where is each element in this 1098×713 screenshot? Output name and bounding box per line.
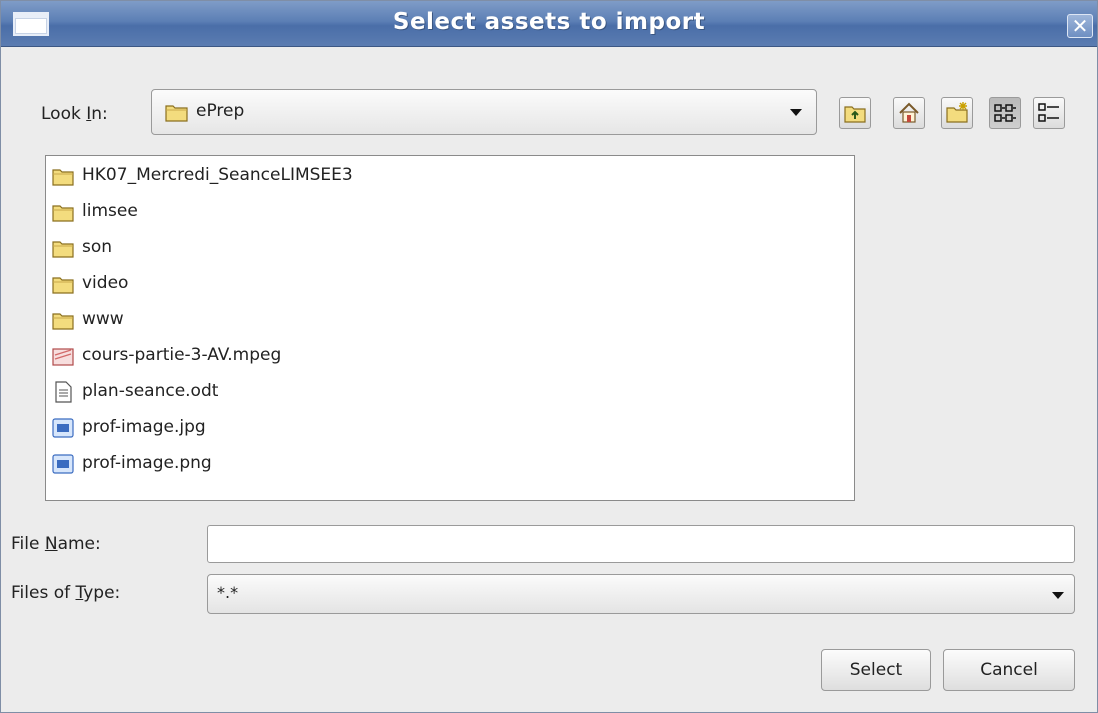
list-item-label: prof-image.png <box>82 453 212 473</box>
chevron-down-icon <box>790 109 802 116</box>
folder-icon <box>52 205 74 222</box>
list-item-label: www <box>82 309 124 329</box>
details-view-icon <box>1038 103 1059 122</box>
new-folder-button[interactable] <box>941 97 973 129</box>
new-folder-icon <box>946 102 968 123</box>
list-item-label: cours-partie-3-AV.mpeg <box>82 345 282 365</box>
chevron-down-icon <box>1052 592 1064 599</box>
file-type-label: Files of Type: <box>11 583 120 603</box>
folder-icon <box>52 313 74 330</box>
file-type-label-suffix: ype: <box>83 583 121 603</box>
file-type-label-prefix: Files of <box>11 583 76 603</box>
look-in-label: Look In: <box>41 104 108 124</box>
folder-icon <box>52 277 74 294</box>
file-dialog-window: Select assets to import ✕ Look In: ePrep <box>0 0 1098 713</box>
list-view-button[interactable] <box>989 97 1021 129</box>
folder-icon <box>52 241 74 258</box>
folder-icon <box>165 105 188 122</box>
home-button[interactable] <box>893 97 925 129</box>
file-name-label-mnemonic: N <box>44 534 58 554</box>
list-item-label: plan-seance.odt <box>82 381 219 401</box>
video-file-icon <box>52 348 74 366</box>
home-icon <box>899 102 919 123</box>
file-name-label: File Name: <box>11 534 101 554</box>
file-name-field[interactable] <box>207 525 1075 563</box>
close-button[interactable]: ✕ <box>1067 14 1093 38</box>
look-in-label-prefix: Look <box>41 104 87 124</box>
folder-icon <box>52 169 74 186</box>
image-file-icon <box>52 454 74 474</box>
look-in-value: ePrep <box>196 101 245 121</box>
list-item-label: limsee <box>82 201 138 221</box>
list-item-label: video <box>82 273 129 293</box>
image-file-icon <box>52 418 74 438</box>
file-type-value: *.* <box>217 583 239 602</box>
list-view-icon <box>994 104 1016 122</box>
details-view-button[interactable] <box>1033 97 1065 129</box>
file-name-label-suffix: ame: <box>57 534 101 554</box>
file-name-label-prefix: File <box>11 534 45 554</box>
cancel-button[interactable]: Cancel <box>943 649 1075 691</box>
file-type-combo[interactable]: *.* <box>207 574 1075 614</box>
look-in-label-suffix: n: <box>91 104 108 124</box>
window-title: Select assets to import <box>392 9 706 35</box>
list-item-label: prof-image.jpg <box>82 417 206 437</box>
list-item-label: HK07_Mercredi_SeanceLIMSEE3 <box>82 165 353 185</box>
select-button[interactable]: Select <box>821 649 931 691</box>
up-folder-icon <box>844 106 866 123</box>
look-in-combo[interactable]: ePrep <box>151 89 817 135</box>
list-item-label: son <box>82 237 113 257</box>
title-bar[interactable]: Select assets to import ✕ <box>1 1 1097 47</box>
up-one-level-button[interactable] <box>839 97 871 129</box>
document-file-icon <box>55 381 72 403</box>
file-list[interactable]: HK07_Mercredi_SeanceLIMSEE3 limsee son v… <box>45 155 855 501</box>
